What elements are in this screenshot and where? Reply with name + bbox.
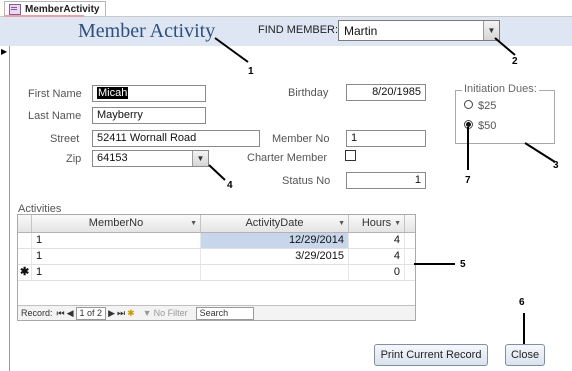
callout-number-1: 1: [248, 66, 254, 77]
callout-number-4: 4: [227, 180, 233, 191]
callout-number-5: 5: [460, 259, 466, 270]
callout-lines: [208, 37, 556, 344]
callout-line-4: [208, 164, 226, 181]
callout-number-2: 2: [512, 56, 518, 67]
callout-line-1: [214, 37, 249, 63]
callout-line-3: [524, 142, 556, 163]
callout-number-6: 6: [519, 297, 525, 308]
callout-number-7: 7: [465, 175, 471, 186]
callout-line-2: [494, 37, 516, 56]
callout-number-3: 3: [553, 160, 559, 171]
